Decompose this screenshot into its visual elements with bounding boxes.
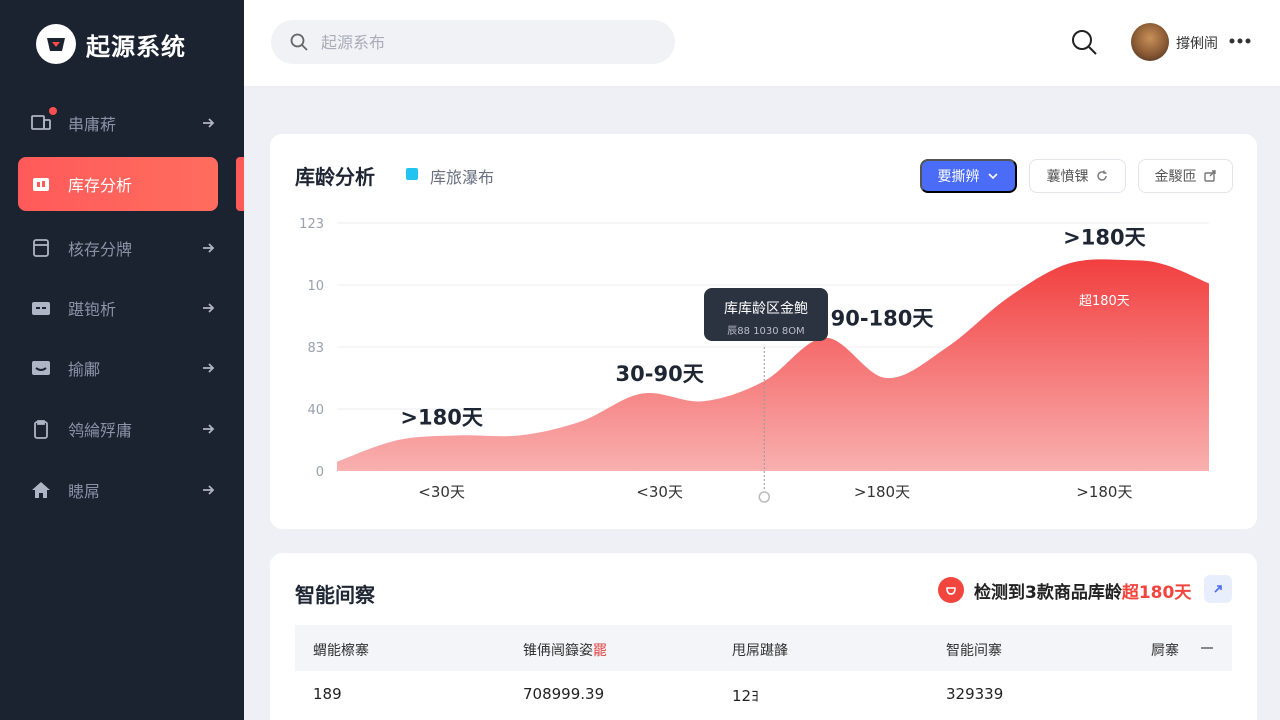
search-icon[interactable] [1070,28,1098,56]
alert-text: 检测到3款商品库龄超180天 [974,578,1191,603]
insight-title: 智能间察 [295,583,375,607]
arrow-right-icon [203,303,215,313]
y-tick-label: 10 [307,279,324,294]
arrow-right-icon [203,363,215,373]
insight-card: 智能间察 检测到3款商品库龄超180天 蝟能檫寨 锥侢闿籙姿罷 甩屌踸韸 智能间… [270,553,1257,720]
sidebar-item-2[interactable]: 核存分牌 [18,221,218,275]
table-row[interactable]: 189 708999.39 12ﾖ 329339 [295,671,1232,717]
column-header-warn: 罷 [593,643,607,659]
y-tick-label: 0 [316,465,324,480]
sidebar-item-1[interactable]: 库存分析 [18,157,218,211]
sidebar-item-5[interactable]: 鸰綸殍庸 [18,402,218,456]
table-cell: 189 [313,685,342,703]
app-name: 起源系统 [86,32,186,61]
search-input[interactable] [321,32,621,52]
y-tick-label: 123 [299,217,324,232]
y-tick-label: 40 [307,403,324,418]
inbox-icon [30,357,52,379]
alert-icon [938,577,964,603]
collapse-icon[interactable] [1201,647,1213,649]
column-header[interactable]: 蝟能檫寨 [313,640,369,660]
tooltip-marker[interactable] [758,491,771,503]
sidebar-item-label: 踸铇析 [68,300,117,319]
card-icon [30,297,52,319]
table-cell: 329339 [946,685,1004,703]
sidebar-item-4[interactable]: 揄鄘 [18,341,218,395]
chart-tooltip: 库库龄区金鲍 辰88 1030 8OM [704,288,828,341]
sidebar-item-label: 鸰綸殍庸 [68,421,133,440]
search-icon [290,33,308,51]
x-tick-label: <30天 [418,483,465,501]
app-logo[interactable]: 起源系统 [36,24,186,64]
avatar[interactable] [1131,23,1169,61]
tooltip-subtitle: 辰88 1030 8OM [727,326,805,337]
column-header[interactable]: 甩屌踸韸 [732,640,788,660]
home-icon [30,479,52,501]
chart-annotation: >180天 [1063,226,1146,250]
alert-banner[interactable]: 检测到3款商品库龄超180天 [938,577,1191,603]
more-icon[interactable] [1228,31,1252,51]
column-header[interactable]: 智能间寨 [946,640,1002,660]
column-header[interactable]: 锥侢闿籙姿罷 [523,640,607,660]
arrow-right-icon [203,485,215,495]
user-name[interactable]: 撐俐闹 [1176,33,1218,53]
tooltip-title: 库库龄区金鲍 [724,301,808,317]
search-bar[interactable] [271,20,675,64]
inventory-icon [30,173,52,195]
sidebar-item-label: 核存分牌 [68,240,133,259]
sidebar: 起源系统 串庸菥 库存分析 核存分牌 踸铇析 揄鄘 鸰綸殍庸 瞣屌 [0,0,244,720]
alert-highlight: 超180天 [1121,582,1192,603]
table-cell: 708999.39 [523,685,605,703]
column-header-text: 锥侢闿籙姿 [523,643,593,659]
devices-icon [30,107,57,134]
table-header: 蝟能檫寨 锥侢闿籙姿罷 甩屌踸韸 智能间寨 屙寨 [295,625,1232,671]
sidebar-item-0[interactable]: 串庸菥 [18,96,218,150]
clipboard-icon [30,418,52,440]
sidebar-item-label: 揄鄘 [68,360,101,379]
notification-dot [49,107,57,115]
share-button[interactable] [1204,575,1232,603]
x-tick-label: <30天 [636,483,683,501]
arrow-icon [1214,585,1222,593]
sidebar-item-3[interactable]: 踸铇析 [18,281,218,335]
chart-annotation: 90-180天 [831,306,935,330]
active-indicator [236,157,244,211]
arrow-right-icon [203,424,215,434]
sidebar-item-6[interactable]: 瞣屌 [18,463,218,517]
arrow-right-icon [203,118,215,128]
y-tick-label: 83 [307,341,324,356]
column-header[interactable]: 屙寨 [1151,640,1179,660]
sidebar-item-label: 库存分析 [68,176,133,195]
chart-annotation: 超180天 [1079,294,1130,309]
logo-icon [36,24,76,64]
sidebar-item-label: 串庸菥 [68,115,117,134]
x-tick-label: >180天 [1076,483,1132,501]
chart-annotation: 30-90天 [616,362,705,386]
alert-prefix: 检测到3款商品库龄 [974,582,1122,603]
table-cell: 12ﾖ [732,687,759,705]
box-icon [30,237,52,259]
top-header: 撐俐闹 [244,0,1280,86]
chart-annotation: >180天 [400,406,483,430]
chart-card: 库龄分析 库旅瀑布 要撕辨 蘘憤锞 金騣匝 0 40 83 10 123 <30天 <30… [270,134,1257,529]
arrow-right-icon [203,243,215,253]
sidebar-item-label: 瞣屌 [68,482,101,501]
x-tick-label: >180天 [854,483,910,501]
